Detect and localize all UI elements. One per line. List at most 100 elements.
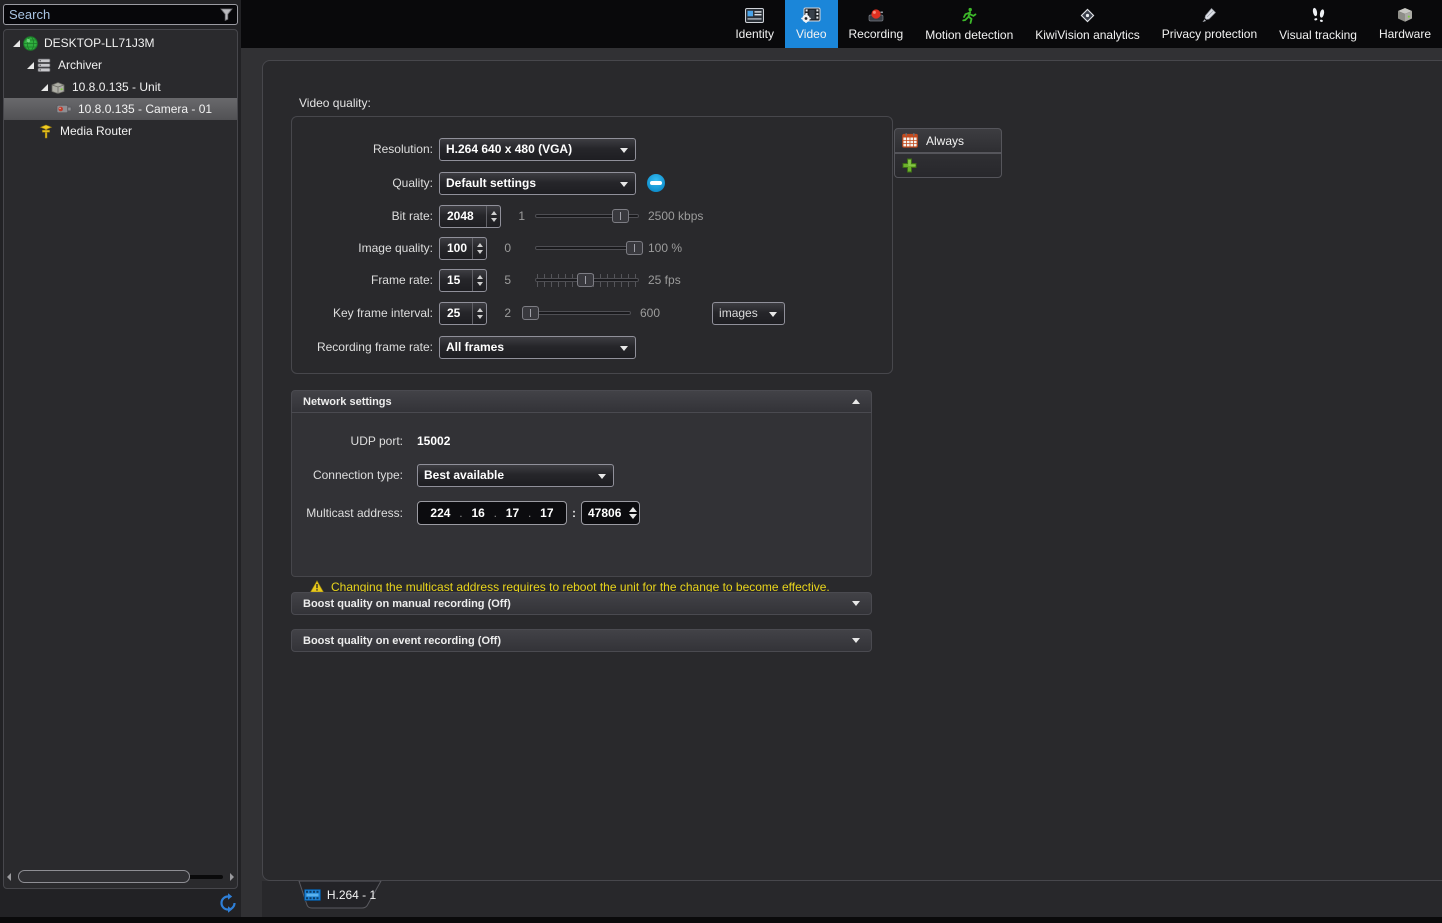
tab-video[interactable]: Video bbox=[785, 0, 837, 48]
unit-icon bbox=[50, 79, 66, 95]
scroll-left-icon[interactable] bbox=[7, 873, 11, 881]
image-quality-slider[interactable] bbox=[535, 241, 639, 256]
key-frame-interval-spinner[interactable]: 25 bbox=[439, 302, 487, 325]
image-quality-max: 100 % bbox=[648, 241, 682, 255]
key-frame-interval-value: 25 bbox=[440, 306, 472, 320]
search-box[interactable] bbox=[3, 4, 238, 25]
frame-rate-slider[interactable] bbox=[535, 273, 639, 288]
spin-up-icon[interactable] bbox=[477, 308, 483, 312]
key-frame-interval-slider[interactable] bbox=[527, 306, 631, 321]
spin-up-icon[interactable] bbox=[629, 507, 637, 512]
frame-rate-spinner[interactable]: 15 bbox=[439, 269, 487, 292]
spin-up-icon[interactable] bbox=[491, 211, 497, 215]
spin-down-icon[interactable] bbox=[477, 282, 483, 286]
spin-down-icon[interactable] bbox=[477, 250, 483, 254]
recording-icon bbox=[867, 7, 885, 23]
tree-item-server[interactable]: DESKTOP-LL71J3M bbox=[4, 32, 237, 54]
tab-identity[interactable]: Identity bbox=[724, 0, 785, 48]
expand-icon[interactable] bbox=[852, 601, 860, 606]
bit-rate-spinner[interactable]: 2048 bbox=[439, 205, 501, 228]
video-icon bbox=[801, 7, 821, 23]
bit-rate-min: 1 bbox=[509, 209, 525, 223]
expander-icon[interactable] bbox=[24, 59, 36, 71]
multicast-ip-input[interactable]: 224 . 16 . 17 . 17 bbox=[417, 501, 567, 525]
spin-down-icon[interactable] bbox=[477, 315, 483, 319]
filter-funnel-icon[interactable] bbox=[218, 7, 234, 23]
spin-down-icon[interactable] bbox=[491, 218, 497, 222]
bit-rate-value: 2048 bbox=[440, 209, 486, 223]
privacy-protection-icon bbox=[1201, 7, 1217, 23]
filmstrip-icon bbox=[304, 889, 321, 901]
chevron-down-icon bbox=[620, 346, 628, 351]
add-schedule-button[interactable] bbox=[894, 153, 1002, 178]
tab-kiwivision-analytics[interactable]: KiwiVision analytics bbox=[1024, 0, 1151, 48]
bit-rate-slider[interactable] bbox=[535, 209, 639, 224]
reset-quality-icon[interactable] bbox=[647, 174, 665, 192]
tab-hardware[interactable]: Hardware bbox=[1368, 0, 1442, 48]
refresh-button[interactable] bbox=[217, 892, 239, 914]
recording-frame-rate-dropdown[interactable]: All frames bbox=[439, 336, 636, 359]
spin-up-icon[interactable] bbox=[477, 275, 483, 279]
tab-visual-tracking[interactable]: Visual tracking bbox=[1268, 0, 1368, 48]
kiwivision-icon bbox=[1079, 7, 1096, 24]
tree-item-label: Media Router bbox=[60, 124, 132, 138]
spin-up-icon[interactable] bbox=[477, 243, 483, 247]
scrollbar-thumb[interactable] bbox=[18, 870, 190, 883]
spin-down-icon[interactable] bbox=[629, 514, 637, 519]
network-settings-header[interactable]: Network settings bbox=[291, 390, 872, 413]
resolution-dropdown[interactable]: H.264 640 x 480 (VGA) bbox=[439, 138, 636, 161]
quality-dropdown[interactable]: Default settings bbox=[439, 172, 636, 195]
slider-track bbox=[527, 311, 631, 315]
image-quality-spinner[interactable]: 100 bbox=[439, 237, 487, 260]
tab-privacy-protection[interactable]: Privacy protection bbox=[1151, 0, 1268, 48]
ip-octet-3[interactable]: 17 bbox=[506, 506, 519, 520]
key-frame-unit-dropdown[interactable]: images bbox=[712, 302, 785, 325]
boost-manual-recording-header[interactable]: Boost quality on manual recording (Off) bbox=[291, 592, 872, 615]
tree-item-archiver[interactable]: Archiver bbox=[4, 54, 237, 76]
search-input[interactable] bbox=[4, 7, 218, 22]
ip-octet-1[interactable]: 224 bbox=[430, 506, 450, 520]
multicast-port-spinner[interactable]: 47806 bbox=[581, 501, 640, 525]
stream-tab-h264-1[interactable]: H.264 - 1 bbox=[298, 881, 382, 909]
udp-port-row: UDP port: 15002 bbox=[298, 431, 865, 451]
stream-tab-strip: H.264 - 1 bbox=[262, 881, 1442, 919]
scroll-right-icon[interactable] bbox=[230, 873, 234, 881]
tab-label: Identity bbox=[735, 27, 774, 41]
connection-type-dropdown[interactable]: Best available bbox=[417, 464, 614, 487]
tab-motion-detection[interactable]: Motion detection bbox=[914, 0, 1024, 48]
expand-icon[interactable] bbox=[852, 638, 860, 643]
tree-item-media-router[interactable]: Media Router bbox=[4, 120, 237, 142]
ip-dot: . bbox=[528, 506, 531, 520]
frame-rate-label: Frame rate: bbox=[298, 273, 433, 287]
tab-label: Motion detection bbox=[925, 28, 1013, 42]
expander-icon[interactable] bbox=[10, 37, 22, 49]
bit-rate-label: Bit rate: bbox=[298, 209, 433, 223]
image-quality-value: 100 bbox=[440, 241, 472, 255]
tab-label: Visual tracking bbox=[1279, 28, 1357, 42]
tree-item-unit[interactable]: 10.8.0.135 - Unit bbox=[4, 76, 237, 98]
schedule-always-tab[interactable]: Always bbox=[894, 128, 1002, 153]
image-quality-min: 0 bbox=[495, 241, 511, 255]
bit-rate-row: Bit rate: 2048 1 2500 kbps bbox=[298, 204, 886, 228]
frame-rate-min: 5 bbox=[495, 273, 511, 287]
tab-recording[interactable]: Recording bbox=[838, 0, 915, 48]
archiver-icon bbox=[36, 57, 52, 73]
udp-port-label: UDP port: bbox=[298, 434, 403, 448]
recording-frame-rate-label: Recording frame rate: bbox=[298, 340, 433, 354]
tree-item-camera[interactable]: 10.8.0.135 - Camera - 01 bbox=[4, 98, 237, 120]
bit-rate-max: 2500 kbps bbox=[648, 209, 703, 223]
boost-manual-title: Boost quality on manual recording (Off) bbox=[303, 598, 511, 610]
key-frame-interval-row: Key frame interval: 25 2 600 images bbox=[298, 301, 886, 325]
main-content: Video quality: Resolution: H.264 640 x 4… bbox=[241, 48, 1442, 923]
collapse-icon[interactable] bbox=[852, 399, 860, 404]
slider-handle[interactable] bbox=[612, 209, 629, 223]
video-quality-group: Resolution: H.264 640 x 480 (VGA) Qualit… bbox=[291, 116, 893, 374]
ip-octet-2[interactable]: 16 bbox=[471, 506, 484, 520]
slider-handle[interactable] bbox=[522, 306, 539, 320]
slider-handle[interactable] bbox=[577, 273, 594, 287]
ip-octet-4[interactable]: 17 bbox=[540, 506, 553, 520]
boost-event-recording-header[interactable]: Boost quality on event recording (Off) bbox=[291, 629, 872, 652]
tree-horizontal-scrollbar[interactable] bbox=[4, 870, 237, 884]
expander-icon[interactable] bbox=[38, 81, 50, 93]
slider-handle[interactable] bbox=[626, 241, 643, 255]
